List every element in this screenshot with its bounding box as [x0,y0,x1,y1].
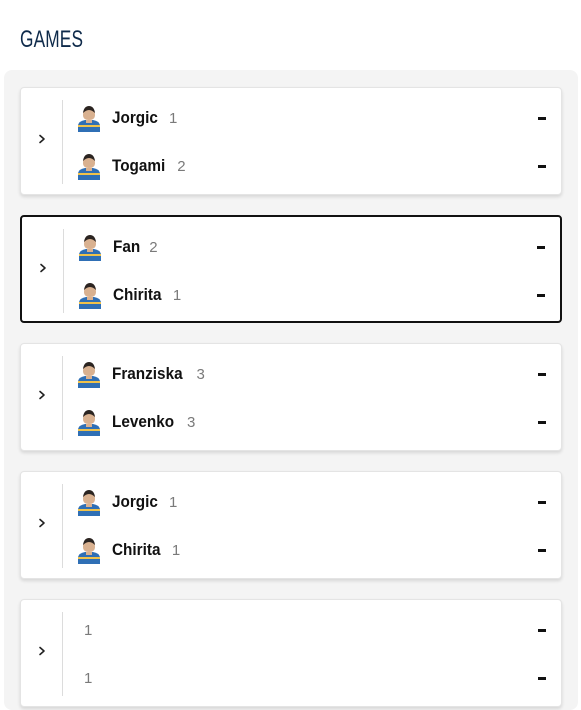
divider [62,484,63,568]
score-dash [538,164,546,168]
player-name: Levenko [112,412,175,431]
player-row: Fan 2 [78,232,546,262]
player-avatar [78,233,102,261]
game-card[interactable]: 11 [20,599,562,707]
player-seed: 1 [171,541,181,559]
player-name: Chirita [112,540,161,559]
player-name: Franziska [112,364,183,383]
player-seed: 3 [196,365,205,383]
player-row: 1 [77,615,547,645]
player-name: Chirita [113,285,162,304]
divider [63,229,64,313]
player-row: Jorgic 1 [77,103,547,133]
score-dash [538,420,546,424]
player-name: Jorgic [112,108,158,127]
score-dash [538,372,546,376]
game-card[interactable]: Franziska 3 Levenko 3 [20,343,562,451]
player-avatar [77,408,101,436]
chevron-right-icon[interactable] [35,388,49,402]
player-seed: 2 [149,238,158,256]
game-card[interactable]: Jorgic 1 Chirita 1 [20,471,562,579]
score-dash [538,548,546,552]
divider [62,356,63,440]
score-dash [538,500,546,504]
player-seed: 1 [169,493,178,511]
player-avatar [77,536,101,564]
chevron-right-icon[interactable] [36,261,50,275]
score-dash [537,245,545,249]
player-seed: 1 [172,286,182,304]
score-dash [538,628,546,632]
player-seed: 3 [186,413,196,431]
player-row: Chirita 1 [78,280,546,310]
player-name: Jorgic [112,492,158,511]
page-title: GAMES [20,26,84,53]
score-dash [538,676,546,680]
player-avatar [77,104,101,132]
player-seed: 1 [84,669,93,687]
chevron-right-icon[interactable] [35,644,49,658]
chevron-right-icon[interactable] [35,516,49,530]
player-row: Jorgic 1 [77,487,547,517]
score-dash [537,293,545,297]
divider [62,100,63,184]
player-avatar [77,360,101,388]
player-row: Chirita 1 [77,535,547,565]
player-seed: 1 [169,109,178,127]
player-row: Franziska 3 [77,359,547,389]
player-name: Fan [113,237,141,256]
player-avatar [77,152,101,180]
player-avatar [78,281,102,309]
divider [62,612,63,696]
player-row: Togami 2 [77,151,547,181]
player-row: 1 [77,663,547,693]
player-name: Togami [112,156,166,175]
player-avatar [77,488,101,516]
game-card[interactable]: Jorgic 1 Togami 2 [20,87,562,195]
player-seed: 2 [177,157,186,175]
game-card[interactable]: Fan 2 Chirita 1 [20,215,562,323]
score-dash [538,116,546,120]
player-row: Levenko 3 [77,407,547,437]
player-seed: 1 [84,621,93,639]
chevron-right-icon[interactable] [35,132,49,146]
